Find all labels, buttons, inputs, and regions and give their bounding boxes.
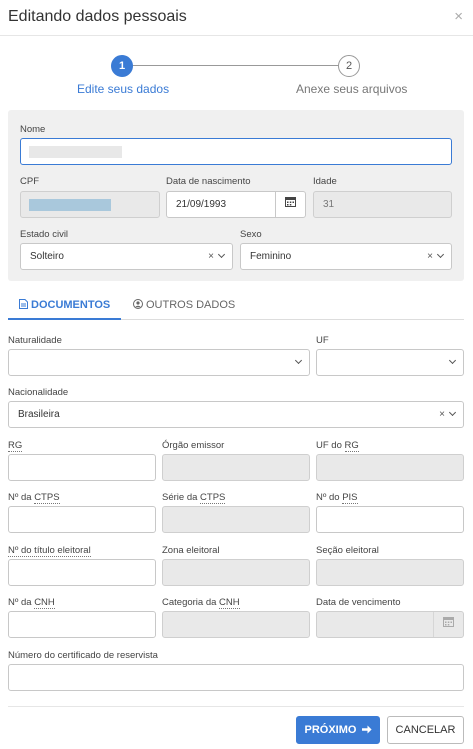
ctps-numero-label: Nº da CTPS (8, 492, 60, 504)
naturalidade-label: Naturalidade (8, 335, 62, 346)
chevron-down-icon[interactable] (217, 250, 226, 259)
nacionalidade-select[interactable]: Brasileira × (8, 401, 464, 428)
chevron-down-icon[interactable] (448, 408, 457, 417)
nascimento-value: 21/09/1993 (176, 199, 227, 210)
step-1-circle[interactable]: 1 (111, 55, 133, 77)
uf-rg-label: UF do RG (316, 440, 359, 452)
cnh-label: Nº da CNH (8, 597, 55, 609)
reservista-input[interactable] (8, 664, 464, 691)
cnh-categoria-label: Categoria da CNH (162, 597, 240, 609)
nome-redacted (29, 146, 122, 158)
chevron-down-icon[interactable] (436, 250, 445, 259)
sexo-label: Sexo (240, 229, 262, 240)
zona-eleitoral-label: Zona eleitoral (162, 545, 220, 556)
step-2-label: Anexe seus arquivos (296, 82, 408, 96)
dialog-header: Editando dados pessoais × (0, 0, 473, 36)
cnh-input[interactable] (8, 611, 156, 638)
calendar-icon (433, 612, 463, 637)
secao-eleitoral-field (316, 559, 464, 586)
user-circle-icon (133, 299, 143, 309)
naturalidade-select[interactable] (8, 349, 310, 376)
document-icon (19, 299, 28, 309)
chevron-down-icon[interactable] (294, 356, 303, 365)
reservista-label: Número do certificado de reservista (8, 650, 158, 661)
uf-rg-field (316, 454, 464, 481)
step-1-label: Edite seus dados (77, 82, 170, 96)
dialog-title: Editando dados pessoais (8, 8, 187, 25)
cnh-categoria-field (162, 611, 310, 638)
rg-input[interactable] (8, 454, 156, 481)
tab-outros-dados[interactable]: OUTROS DADOS (122, 293, 246, 320)
footer-divider (8, 706, 464, 707)
next-button[interactable]: PRÓXIMO (296, 716, 380, 744)
uf-label: UF (316, 335, 329, 346)
nome-label: Nome (20, 124, 46, 135)
pis-input[interactable] (316, 506, 464, 533)
orgao-emissor-label: Órgão emissor (162, 440, 225, 451)
ctps-numero-input[interactable] (8, 506, 156, 533)
zona-eleitoral-field (162, 559, 310, 586)
calendar-icon[interactable] (275, 192, 305, 217)
close-icon[interactable]: × (454, 8, 463, 25)
stepper: 1 2 Edite seus dados Anexe seus arquivos (0, 53, 473, 103)
estado-civil-label: Estado civil (20, 229, 69, 240)
pis-label: Nº do PIS (316, 492, 358, 504)
titulo-eleitoral-label: Nº do título eleitoral (8, 545, 91, 557)
estado-civil-select[interactable]: Solteiro × (20, 243, 233, 270)
clear-icon[interactable]: × (439, 409, 445, 420)
cnh-vencimento-label: Data de vencimento (316, 597, 401, 608)
idade-label: Idade (313, 176, 337, 187)
tab-outros-dados-label: OUTROS DADOS (146, 299, 236, 311)
secao-eleitoral-label: Seção eleitoral (316, 545, 379, 556)
step-2-circle[interactable]: 2 (338, 55, 360, 77)
titulo-eleitoral-input[interactable] (8, 559, 156, 586)
nascimento-input[interactable]: 21/09/1993 (166, 191, 306, 218)
tabs-bar: DOCUMENTOS OUTROS DADOS (8, 293, 464, 320)
orgao-emissor-field (162, 454, 310, 481)
sexo-select[interactable]: Feminino × (240, 243, 452, 270)
cpf-label: CPF (20, 176, 39, 187)
nacionalidade-value: Brasileira (18, 409, 60, 420)
cpf-redacted (29, 199, 111, 211)
chevron-down-icon[interactable] (448, 356, 457, 365)
next-button-label: PRÓXIMO (304, 724, 357, 736)
estado-civil-value: Solteiro (30, 251, 64, 262)
ctps-serie-field (162, 506, 310, 533)
uf-select[interactable] (316, 349, 464, 376)
cancel-button[interactable]: CANCELAR (387, 716, 464, 744)
idade-field: 31 (313, 191, 452, 218)
sexo-value: Feminino (250, 251, 292, 262)
tab-documentos-label: DOCUMENTOS (31, 299, 111, 311)
clear-icon[interactable]: × (427, 251, 433, 262)
ctps-serie-label: Série da CTPS (162, 492, 226, 504)
rg-label: RG (8, 440, 23, 452)
nascimento-label: Data de nascimento (166, 176, 251, 187)
clear-icon[interactable]: × (208, 251, 214, 262)
arrow-right-icon (361, 725, 372, 734)
tab-documentos[interactable]: DOCUMENTOS (8, 293, 122, 320)
nome-input[interactable] (20, 138, 452, 165)
cpf-field (20, 191, 160, 218)
cnh-vencimento-field (316, 611, 464, 638)
nacionalidade-label: Nacionalidade (8, 387, 69, 398)
stepper-line (122, 65, 349, 66)
